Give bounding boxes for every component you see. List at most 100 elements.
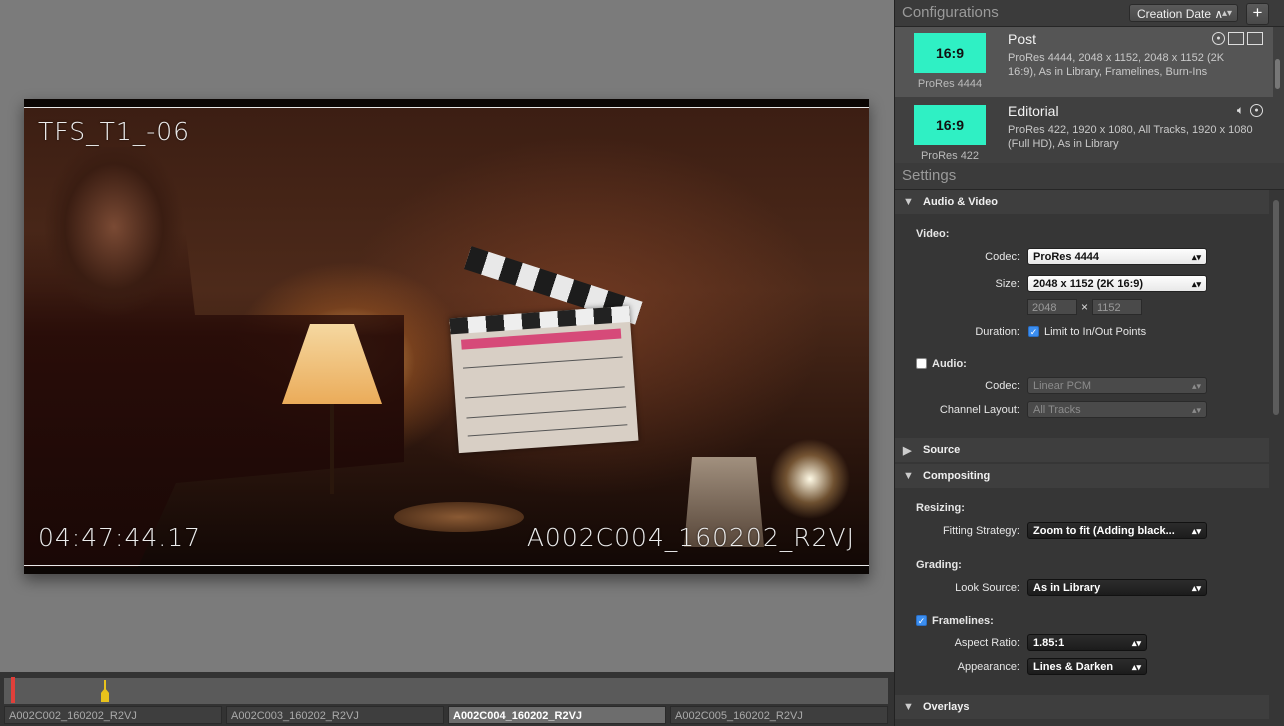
clip-item[interactable]: A002C003_160202_R2VJ: [226, 706, 444, 724]
source-section[interactable]: ▶ Source: [895, 438, 1269, 462]
fitting-strategy-label: Fitting Strategy:: [942, 525, 1020, 537]
updown-arrows-icon: ▴▾: [1191, 583, 1201, 593]
sort-dropdown[interactable]: Creation Date ∧ ▴▾: [1129, 4, 1238, 22]
frameline-guide: [24, 99, 869, 574]
section-label: Overlays: [923, 701, 970, 713]
sort-label: Creation Date ∧: [1137, 7, 1224, 21]
size-select[interactable]: 2048 x 1152 (2K 16:9) ▴▾: [1027, 275, 1207, 292]
settings-scrollbar[interactable]: [1273, 200, 1279, 415]
height-field[interactable]: 1152: [1092, 299, 1142, 315]
configuration-item-editorial[interactable]: 16:9 ProRes 422 Editorial ProRes 422, 19…: [895, 99, 1273, 163]
config-description: ProRes 4444, 2048 x 1152, 2048 x 1152 (2…: [1008, 52, 1225, 78]
audio-video-section[interactable]: ▼ Audio & Video: [895, 190, 1269, 214]
config-codec-label: ProRes 422: [920, 150, 980, 162]
burnin-timecode: 04:47:44.17: [38, 523, 202, 552]
times-label: ×: [1081, 300, 1089, 314]
width-field[interactable]: 2048: [1027, 299, 1077, 315]
section-label: Compositing: [923, 470, 991, 482]
clip-item-active[interactable]: A002C004_160202_R2VJ: [448, 706, 666, 724]
frameline-bottom: [24, 565, 869, 566]
clip-item[interactable]: A002C002_160202_R2VJ: [4, 706, 222, 724]
settings-header: Settings: [895, 163, 1284, 190]
aspect-ratio-label: Aspect Ratio:: [954, 637, 1020, 649]
frameline-icon: [1228, 32, 1244, 45]
resizing-label: Resizing:: [916, 502, 965, 514]
speaker-icon: 🔈︎: [1236, 103, 1245, 117]
select-value: Zoom to fit (Adding black...: [1033, 525, 1175, 537]
size-label: Size:: [995, 278, 1020, 290]
select-value: Lines & Darken: [1033, 661, 1114, 673]
appearance-label: Appearance:: [957, 661, 1020, 673]
clip-item[interactable]: A002C005_160202_R2VJ: [670, 706, 888, 724]
config-name: Post: [1008, 31, 1037, 47]
select-value: All Tracks: [1033, 404, 1081, 416]
updown-arrows-icon: ▴▾: [1131, 638, 1141, 648]
configuration-item-post[interactable]: 16:9 ProRes 4444 Post ProRes 4444, 2048 …: [895, 27, 1273, 97]
updown-arrows-icon: ▴▾: [1191, 526, 1201, 536]
look-icon: ●: [1250, 104, 1263, 117]
framelines-label: Framelines:: [932, 615, 994, 627]
select-value: 2048 x 1152 (2K 16:9): [1033, 278, 1144, 290]
look-source-select[interactable]: As in Library ▴▾: [1027, 579, 1207, 596]
frameline-top: [24, 107, 869, 108]
add-configuration-button[interactable]: +: [1246, 3, 1269, 25]
configuration-list: 16:9 ProRes 4444 Post ProRes 4444, 2048 …: [895, 27, 1284, 163]
updown-arrows-icon: ▴▾: [1131, 662, 1141, 672]
look-source-label: Look Source:: [955, 582, 1020, 594]
config-thumbnail: 16:9: [914, 105, 986, 145]
duration-label: Duration:: [975, 326, 1020, 338]
burnin-top-left: TFS_T1_-06: [38, 117, 191, 146]
select-value: 1.85:1: [1033, 637, 1065, 649]
configurations-title: Configurations: [902, 4, 999, 21]
scrub-bar[interactable]: [4, 678, 888, 704]
look-icon: ●: [1212, 32, 1225, 45]
disclosure-open-icon: ▼: [903, 470, 914, 482]
settings-title: Settings: [902, 167, 957, 184]
inspector-panel: Configurations Creation Date ∧ ▴▾ + 16:9…: [894, 0, 1284, 726]
clip-strip: A002C002_160202_R2VJ A002C003_160202_R2V…: [4, 706, 888, 724]
settings-body: ▼ Audio & Video Video: Codec: ProRes 444…: [895, 190, 1284, 726]
aspect-ratio-select[interactable]: 1.85:1 ▴▾: [1027, 634, 1147, 651]
disclosure-closed-icon: ▶: [903, 445, 912, 457]
config-thumbnail: 16:9: [914, 33, 986, 73]
in-point-marker[interactable]: [11, 677, 15, 703]
updown-arrows-icon: ▴▾: [1191, 381, 1201, 391]
channel-layout-label: Channel Layout:: [939, 404, 1020, 416]
burnin-clip-name: A002C004_160202_R2VJ: [526, 523, 855, 552]
channel-layout-select[interactable]: All Tracks ▴▾: [1027, 401, 1207, 418]
audio-label: Audio:: [932, 358, 967, 370]
audio-codec-select[interactable]: Linear PCM ▴▾: [1027, 377, 1207, 394]
select-value: ProRes 4444: [1033, 251, 1100, 263]
config-description: ProRes 422, 1920 x 1080, All Tracks, 192…: [1008, 124, 1253, 150]
duration-value: Limit to In/Out Points: [1044, 326, 1147, 338]
video-label: Video:: [916, 228, 950, 240]
updown-arrows-icon: ▴▾: [1191, 252, 1201, 262]
updown-arrows-icon: ▴▾: [1221, 8, 1232, 19]
overlays-section[interactable]: ▼ Overlays: [895, 695, 1269, 719]
config-icons: ●: [1212, 32, 1263, 45]
playhead-handle[interactable]: [101, 688, 109, 702]
section-label: Source: [923, 444, 961, 456]
grading-label: Grading:: [916, 559, 962, 571]
config-codec-label: ProRes 4444: [917, 78, 983, 90]
disclosure-open-icon: ▼: [903, 701, 914, 713]
playhead[interactable]: [101, 680, 109, 704]
burnin-icon: [1247, 32, 1263, 45]
audio-codec-label: Codec:: [985, 380, 1020, 392]
fitting-strategy-select[interactable]: Zoom to fit (Adding black... ▴▾: [1027, 522, 1207, 539]
configurations-header: Configurations Creation Date ∧ ▴▾ +: [895, 0, 1284, 27]
compositing-section[interactable]: ▼ Compositing: [895, 464, 1269, 488]
section-label: Audio & Video: [923, 196, 998, 208]
codec-label: Codec:: [985, 251, 1020, 263]
updown-arrows-icon: ▴▾: [1191, 279, 1201, 289]
framelines-checkbox[interactable]: ✓: [916, 615, 927, 626]
appearance-select[interactable]: Lines & Darken ▴▾: [1027, 658, 1147, 675]
duration-checkbox[interactable]: ✓: [1028, 326, 1039, 337]
config-icons: 🔈︎ ●: [1234, 104, 1263, 117]
audio-checkbox[interactable]: [916, 358, 927, 369]
config-scrollbar[interactable]: [1275, 59, 1280, 89]
select-value: Linear PCM: [1033, 380, 1092, 392]
config-name: Editorial: [1008, 103, 1059, 119]
video-frame[interactable]: TFS_T1_-06 04:47:44.17 A002C004_160202_R…: [24, 99, 869, 574]
codec-select[interactable]: ProRes 4444 ▴▾: [1027, 248, 1207, 265]
